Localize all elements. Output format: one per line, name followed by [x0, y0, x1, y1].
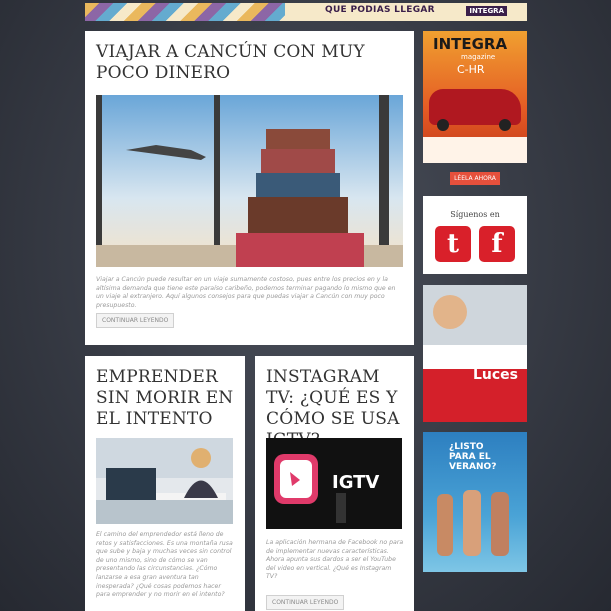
sidebar-ad-luces[interactable]: Luces: [423, 285, 527, 422]
banner-brand: INTEGRA: [466, 6, 507, 16]
ad-line-2: PARA EL: [449, 452, 491, 462]
ad-line-3: VERANO?: [449, 462, 497, 472]
magazine-title: INTEGRA: [433, 35, 508, 53]
banner-text: QUE PODIAS LLEGAR: [325, 5, 435, 15]
post-image-emprender[interactable]: [96, 438, 233, 524]
ad-line-1: ¿LISTO: [449, 442, 484, 452]
post-title[interactable]: VIAJAR A CANCÚN CON MUY POCO DINERO: [96, 42, 396, 84]
magazine-cover[interactable]: INTEGRA magazine C-HR: [423, 31, 527, 163]
post-image-igtv[interactable]: IGTV: [266, 438, 402, 529]
post-card-emprender: EMPRENDER SIN MORIR EN EL INTENTO El cam…: [85, 356, 245, 611]
continue-reading-button[interactable]: CONTINUAR LEYENDO: [96, 313, 175, 328]
igtv-logo-text: IGTV: [332, 472, 379, 493]
post-card-cancun: VIAJAR A CANCÚN CON MUY POCO DINERO Viaj…: [85, 31, 414, 345]
post-title[interactable]: EMPRENDER SIN MORIR EN EL INTENTO: [96, 367, 241, 430]
post-card-igtv: INSTAGRAM TV: ¿QUÉ ES Y CÓMO SE USA IGTV…: [255, 356, 414, 611]
follow-us-box: Síguenos en t f: [423, 196, 527, 274]
magazine-model: C-HR: [457, 63, 485, 76]
read-now-button[interactable]: LÉELA AHORA: [450, 172, 500, 185]
continue-reading-button[interactable]: CONTINUAR LEYENDO: [266, 595, 345, 610]
post-image-cancun[interactable]: [96, 95, 403, 267]
person-image: [433, 295, 467, 329]
facebook-icon[interactable]: f: [479, 226, 515, 262]
ad-brand: Luces: [473, 367, 519, 383]
twitter-icon[interactable]: t: [435, 226, 471, 262]
post-excerpt: Viajar a Cancún puede resultar en un via…: [96, 276, 396, 309]
post-excerpt: El camino del emprendedor está lleno de …: [96, 531, 233, 599]
sidebar-ad-verano[interactable]: ¿LISTO PARA EL VERANO?: [423, 432, 527, 572]
banner-pattern: [85, 3, 285, 21]
magazine-subtitle: magazine: [461, 53, 496, 61]
post-excerpt: La aplicación hermana de Facebook no par…: [266, 539, 404, 581]
top-banner-ad[interactable]: QUE PODIAS LLEGAR INTEGRA: [85, 3, 527, 21]
follow-title: Síguenos en: [450, 210, 500, 219]
